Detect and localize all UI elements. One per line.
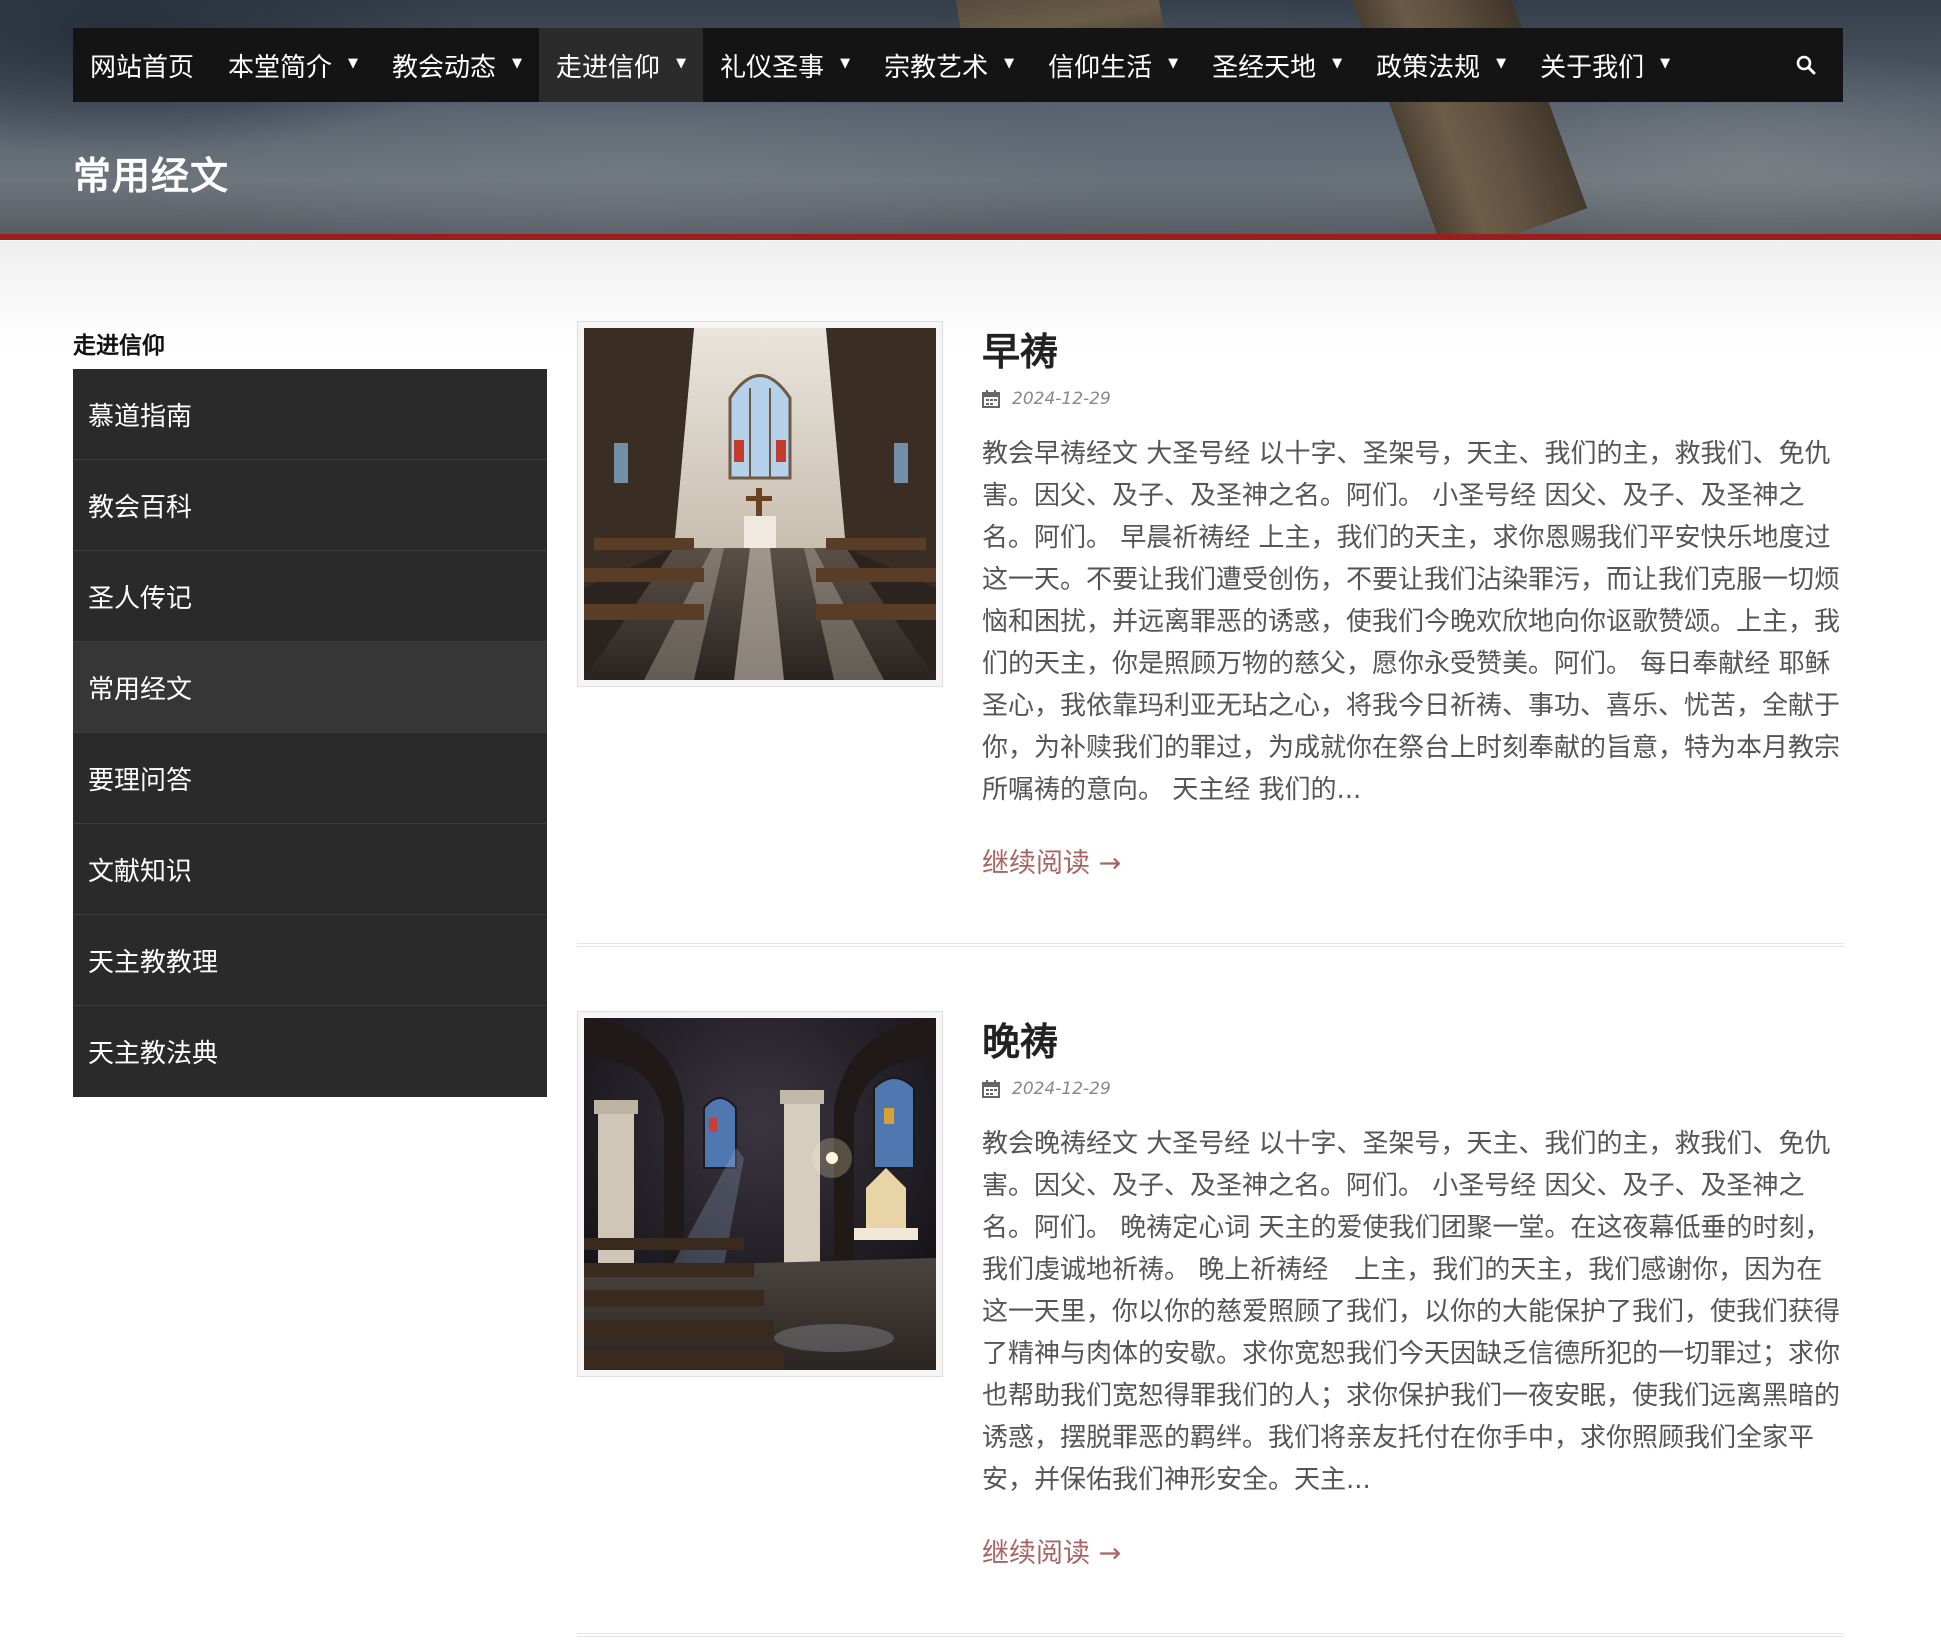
post-divider bbox=[577, 943, 1844, 947]
caret-down-icon: ▼ bbox=[1332, 55, 1343, 71]
caret-down-icon: ▼ bbox=[348, 55, 359, 71]
sidebar-item-common-prayers[interactable]: 常用经文 bbox=[73, 642, 547, 733]
church-interior-image bbox=[584, 328, 936, 680]
post-thumbnail[interactable] bbox=[577, 321, 943, 687]
post-excerpt: 教会晚祷经文 大圣号经 以十字、圣架号，天主、我们的主，救我们、免仇害。因父、及… bbox=[982, 1129, 1841, 1495]
caret-down-icon: ▼ bbox=[512, 55, 523, 71]
post-divider bbox=[577, 1633, 1844, 1637]
caret-down-icon: ▼ bbox=[676, 55, 687, 71]
caret-down-icon: ▼ bbox=[1004, 55, 1015, 71]
nav-item-about-church[interactable]: 本堂简介 ▼ bbox=[211, 28, 375, 102]
sidebar-menu: 慕道指南 教会百科 圣人传记 常用经文 要理问答 文献知识 天主教教理 天主教法… bbox=[73, 369, 547, 1097]
nav-item-news[interactable]: 教会动态 ▼ bbox=[375, 28, 539, 102]
nav-item-about-us[interactable]: 关于我们 ▼ bbox=[1523, 28, 1687, 102]
read-more-link[interactable]: 继续阅读 → bbox=[982, 1531, 1121, 1570]
sidebar-item-documents[interactable]: 文献知识 bbox=[73, 824, 547, 915]
main-nav: 网站首页 本堂简介 ▼ 教会动态 ▼ 走进信仰 ▼ 礼仪圣事 ▼ 宗教艺术 ▼ 信仰生活 ▼… bbox=[73, 28, 1843, 102]
post-title[interactable]: 晚祷 bbox=[982, 1011, 1058, 1066]
nav-item-life[interactable]: 信仰生活 ▼ bbox=[1031, 28, 1195, 102]
calendar-icon bbox=[982, 390, 1000, 408]
nav-item-art[interactable]: 宗教艺术 ▼ bbox=[867, 28, 1031, 102]
sidebar-item-canon-law[interactable]: 天主教法典 bbox=[73, 1006, 547, 1097]
sidebar-item-church-encyclopedia[interactable]: 教会百科 bbox=[73, 460, 547, 551]
post-item: 晚祷 2024-12-29 教会晚祷经文 大圣号经 以十字、圣架号，天主、我们的… bbox=[577, 1011, 1844, 1611]
sidebar-item-saints[interactable]: 圣人传记 bbox=[73, 551, 547, 642]
sidebar-item-catechism-qa[interactable]: 要理问答 bbox=[73, 733, 547, 824]
page-title: 常用经文 bbox=[73, 154, 230, 198]
sidebar-item-catechumen-guide[interactable]: 慕道指南 bbox=[73, 369, 547, 460]
calendar-icon bbox=[982, 1080, 1000, 1098]
caret-down-icon: ▼ bbox=[1660, 55, 1671, 71]
caret-down-icon: ▼ bbox=[1168, 55, 1179, 71]
post-date: 2024-12-29 bbox=[982, 1079, 1111, 1099]
post-item: 早祷 2024-12-29 教会早祷经文 大圣号经 以十字、圣架号，天主、我们的… bbox=[577, 321, 1844, 941]
nav-item-faith[interactable]: 走进信仰 ▼ bbox=[539, 28, 704, 102]
search-icon bbox=[1796, 55, 1816, 75]
hero-accent-line bbox=[0, 234, 1941, 240]
sidebar-title: 走进信仰 bbox=[73, 333, 165, 359]
caret-down-icon: ▼ bbox=[1496, 55, 1507, 71]
post-excerpt: 教会早祷经文 大圣号经 以十字、圣架号，天主、我们的主，救我们、免仇害。因父、及… bbox=[982, 439, 1841, 805]
caret-down-icon: ▼ bbox=[840, 55, 851, 71]
nav-item-bible[interactable]: 圣经天地 ▼ bbox=[1195, 28, 1359, 102]
search-button[interactable] bbox=[1769, 28, 1843, 102]
post-date: 2024-12-29 bbox=[982, 389, 1111, 409]
read-more-link[interactable]: 继续阅读 → bbox=[982, 841, 1121, 880]
post-title[interactable]: 早祷 bbox=[982, 321, 1058, 376]
nav-item-home[interactable]: 网站首页 bbox=[73, 28, 211, 102]
post-thumbnail[interactable] bbox=[577, 1011, 943, 1377]
nav-item-policy[interactable]: 政策法规 ▼ bbox=[1359, 28, 1523, 102]
nav-item-liturgy[interactable]: 礼仪圣事 ▼ bbox=[703, 28, 867, 102]
sidebar-item-catechism[interactable]: 天主教教理 bbox=[73, 915, 547, 1006]
church-interior-image bbox=[584, 1018, 936, 1370]
